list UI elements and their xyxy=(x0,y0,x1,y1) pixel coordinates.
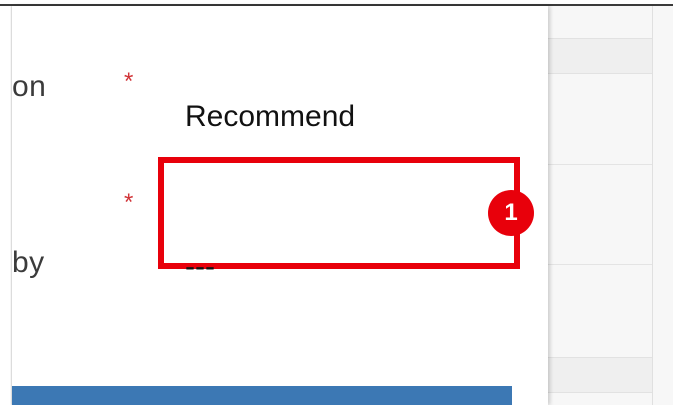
background-row-header xyxy=(548,38,652,74)
form-panel: on * Recommend * 1 by --- xyxy=(12,6,548,405)
lookup-value-empty[interactable]: --- xyxy=(185,250,215,284)
background-page-edge xyxy=(652,6,653,405)
required-indicator: * xyxy=(124,189,134,216)
step-number-badge: 1 xyxy=(488,190,534,236)
background-row-divider xyxy=(548,264,652,265)
recommend-value[interactable]: Recommend xyxy=(185,100,355,134)
background-row-header xyxy=(548,357,652,393)
field-label-partial: on xyxy=(12,70,47,103)
screen: on * Recommend * 1 by --- xyxy=(0,0,673,405)
required-indicator: * xyxy=(124,68,134,95)
field-label-partial: by xyxy=(12,246,45,279)
background-row-divider xyxy=(548,164,652,165)
primary-action-bar[interactable] xyxy=(12,386,512,405)
